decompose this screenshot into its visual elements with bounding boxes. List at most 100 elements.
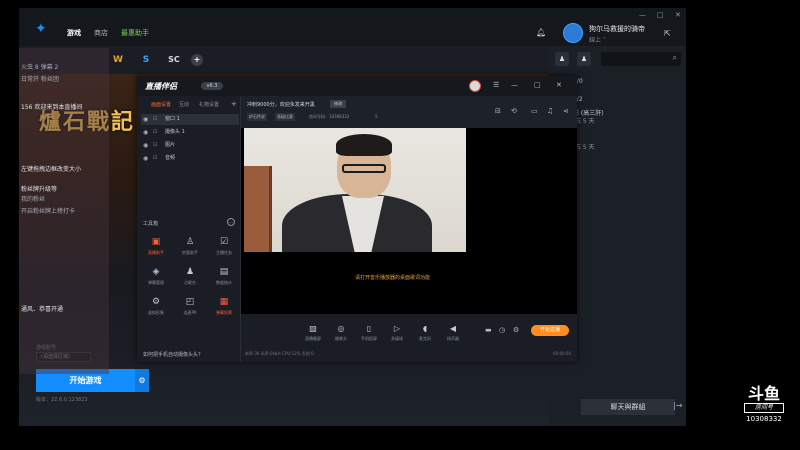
edit-title-button[interactable]: 修改 bbox=[330, 100, 346, 108]
nav-helper[interactable]: 最惠助手 bbox=[121, 28, 149, 38]
tool-icon: ♙ bbox=[185, 237, 195, 247]
bottom-tool-label: 摄像头 bbox=[335, 336, 347, 341]
menu-icon[interactable]: ☰ bbox=[493, 81, 499, 89]
stream-stats: 帧率:30 码率:0kb/s CPU:12% 丢帧:0 bbox=[245, 351, 314, 356]
stream-preview[interactable]: 请打开音乐播放器的桌面歌词功能 bbox=[241, 128, 577, 314]
help-link[interactable]: 如何把手机自动摄像头头？ bbox=[143, 351, 203, 358]
platform-watermark: 斗鱼 房间号 10308332 bbox=[742, 386, 786, 438]
user-status[interactable]: 線上 ˅ bbox=[589, 35, 606, 44]
bottom-tool-label: 手机投屏 bbox=[361, 336, 377, 341]
tab-gift[interactable]: 礼物设置 bbox=[199, 101, 219, 108]
overlay-text: 左键拖拽边框改变大小 bbox=[21, 166, 82, 173]
maximize-button[interactable]: □ bbox=[534, 81, 541, 89]
source-name: 图片 bbox=[165, 142, 176, 148]
source-item[interactable]: ◉ ⊡ 音频 bbox=[141, 153, 239, 164]
tab-starcraft[interactable]: SC bbox=[165, 51, 183, 69]
tool-icon: ◰ bbox=[185, 297, 195, 307]
nav-games[interactable]: 游戏 bbox=[67, 28, 81, 38]
notification-icon[interactable]: ♫ bbox=[547, 107, 553, 115]
close-button[interactable]: ✕ bbox=[675, 11, 681, 19]
external-link-icon[interactable]: ⇱ bbox=[664, 29, 671, 38]
notification-bell-icon[interactable]: 🔔︎ bbox=[536, 28, 546, 37]
tool-label: 主播任务 bbox=[216, 250, 232, 255]
category-tag[interactable]: 炉石传说 bbox=[247, 113, 267, 121]
overlay-text: 通风、恭喜开通 bbox=[21, 306, 64, 313]
tab-starcraft2[interactable]: S bbox=[137, 51, 155, 69]
lock-icon[interactable]: ⊡ bbox=[153, 153, 157, 164]
tab-scene[interactable]: 画面设置 bbox=[151, 101, 171, 108]
douyu-logo: 斗鱼 bbox=[747, 384, 780, 403]
room-title: 冲刺9000分，欢迎永发来开黑 bbox=[247, 102, 315, 108]
bottom-tool-label: 直播截屏 bbox=[305, 336, 321, 341]
nav-shop[interactable]: 商店 bbox=[94, 28, 108, 38]
source-item[interactable]: ◉ ⊡ 窗口 1 bbox=[141, 114, 239, 125]
lock-icon[interactable]: ⊡ bbox=[153, 140, 157, 151]
manage-friends-icon[interactable]: ♟ bbox=[577, 52, 591, 66]
scene-panel: 画面设置 互动 礼物设置 + ◉ ⊡ 窗口 1 ◉ ⊡ 摄像头 1 ◉ ⊡ 图片 ◉ ⊡ 音频 工具箱… bbox=[137, 96, 241, 362]
tool-2[interactable]: ☑ 主播任务 bbox=[209, 236, 239, 262]
tool-8[interactable]: ▦ 弹幕投票 bbox=[209, 296, 239, 322]
camera-feed bbox=[244, 128, 466, 252]
tool-6[interactable]: ⚙ 虚拟形象 bbox=[141, 296, 171, 322]
window-icon[interactable]: ▭ bbox=[531, 107, 538, 115]
add-friend-icon[interactable]: ♟ bbox=[555, 52, 569, 66]
viewer-count: 5 bbox=[375, 114, 378, 119]
minimize-button[interactable]: — bbox=[639, 11, 646, 19]
tool-5[interactable]: ▤ 数据统计 bbox=[209, 266, 239, 292]
lock-icon[interactable]: ⊡ bbox=[153, 127, 157, 138]
lock-icon[interactable]: ⊡ bbox=[153, 114, 157, 125]
version-badge: v6.3 bbox=[201, 82, 223, 90]
avatar[interactable] bbox=[469, 80, 481, 92]
close-button[interactable]: ✕ bbox=[556, 81, 562, 89]
settings-icon[interactable]: ⚙ bbox=[513, 326, 519, 334]
tool-1[interactable]: ♙ 房管助手 bbox=[175, 236, 205, 262]
bottom-tool-5[interactable]: ◀ 扬声器 bbox=[439, 324, 467, 342]
tab-wow[interactable]: W bbox=[109, 51, 127, 69]
minimize-button[interactable]: — bbox=[511, 81, 518, 89]
record-icon[interactable]: ⊟ bbox=[495, 107, 501, 115]
eye-icon[interactable]: ◉ bbox=[143, 114, 148, 125]
tool-7[interactable]: ◰ 连麦PK bbox=[175, 296, 205, 322]
start-live-button[interactable]: 开始直播 bbox=[531, 325, 569, 336]
tool-3[interactable]: ◈ 弹幕管理 bbox=[141, 266, 171, 292]
tool-4[interactable]: ♟ 点歌台 bbox=[175, 266, 205, 292]
tool-label: 弹幕投票 bbox=[216, 310, 232, 315]
bottom-tool-icon: ◀ bbox=[449, 324, 457, 333]
eye-icon[interactable]: ◉ bbox=[143, 153, 148, 164]
collapse-arrow-icon[interactable]: |→ bbox=[673, 401, 682, 410]
eye-icon[interactable]: ◉ bbox=[143, 127, 148, 138]
overlay-text: 156 欢迎来到本直播间 bbox=[21, 104, 83, 111]
source-item[interactable]: ◉ ⊡ 图片 bbox=[141, 140, 239, 151]
chat-groups-button[interactable]: 聊天與群組 bbox=[581, 399, 675, 415]
friend-search-input[interactable]: ⌕ bbox=[601, 52, 681, 66]
tool-label: 点歌台 bbox=[184, 280, 196, 285]
add-game-button[interactable]: + bbox=[191, 54, 203, 66]
tab-interact[interactable]: 互动 bbox=[179, 101, 189, 108]
bottom-tool-0[interactable]: ▧ 直播截屏 bbox=[299, 324, 327, 342]
bottom-tool-2[interactable]: ▯ 手机投屏 bbox=[355, 324, 383, 342]
bottom-tool-1[interactable]: ◎ 摄像头 bbox=[327, 324, 355, 342]
tool-icon: ◈ bbox=[152, 267, 160, 277]
timer-icon[interactable]: ◷ bbox=[499, 326, 505, 334]
streamer-window: 直播伴侣 v6.3 ☰ — □ ✕ 画面设置 互动 礼物设置 + ◉ ⊡ 窗口 1 ◉… bbox=[137, 76, 577, 362]
add-source-icon[interactable]: + bbox=[231, 100, 237, 108]
battlenet-logo-icon[interactable]: ✦ bbox=[35, 22, 51, 36]
bottom-tool-3[interactable]: ▷ 多媒体 bbox=[383, 324, 411, 342]
subcategory-tag[interactable]: 晋级比赛 bbox=[275, 113, 295, 121]
share-icon[interactable]: ⋖ bbox=[563, 107, 569, 115]
tool-icon: ☑ bbox=[219, 237, 229, 247]
source-name: 摄像头 1 bbox=[165, 129, 185, 135]
refresh-icon[interactable]: ⟲ bbox=[511, 107, 517, 115]
maximize-button[interactable]: □ bbox=[657, 11, 664, 19]
more-icon[interactable]: … bbox=[227, 218, 235, 226]
gear-icon[interactable]: ⚙ bbox=[135, 369, 149, 392]
streamer-titlebar: 直播伴侣 v6.3 ☰ — □ ✕ bbox=[137, 76, 577, 96]
user-name[interactable]: 狗尔马救援的骑帝 bbox=[589, 24, 645, 34]
eye-icon[interactable]: ◉ bbox=[143, 140, 148, 151]
bottom-tool-4[interactable]: ◖ 麦克风 bbox=[411, 324, 439, 342]
avatar[interactable] bbox=[563, 23, 583, 43]
tool-0[interactable]: ▣ 直播助手 bbox=[141, 236, 171, 262]
camera-small-icon[interactable]: ▬ bbox=[485, 326, 492, 334]
overlay-text: 我的粉丝 bbox=[21, 196, 46, 203]
source-item[interactable]: ◉ ⊡ 摄像头 1 bbox=[141, 127, 239, 138]
